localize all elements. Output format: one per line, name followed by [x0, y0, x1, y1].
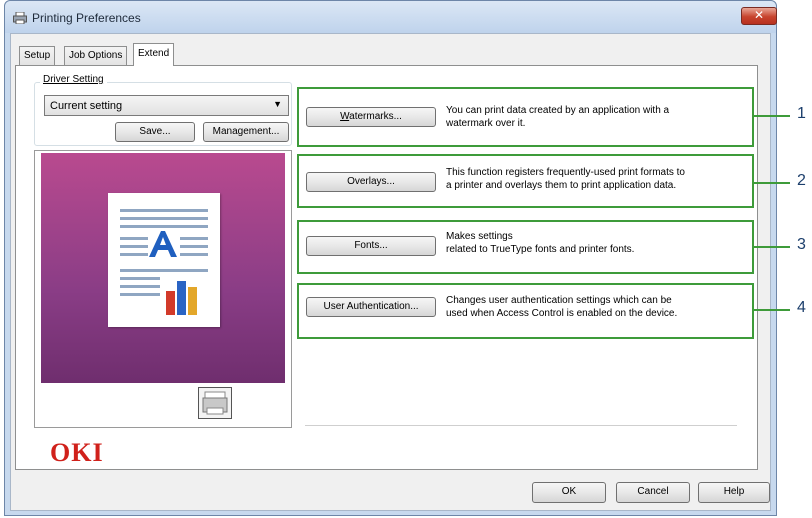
window-title: Printing Preferences: [32, 11, 141, 25]
letter-a-icon: [149, 231, 177, 257]
printer-icon: [13, 12, 27, 24]
fonts-desc-line1: Makes settings: [446, 231, 513, 242]
watermarks-button-label: atermarks...: [349, 111, 402, 122]
divider: [305, 425, 737, 426]
title-bar: Printing Preferences ✕: [5, 1, 777, 33]
driver-setting-selected-value: Current setting: [50, 100, 123, 112]
overlays-button[interactable]: Overlays...: [306, 172, 436, 192]
fonts-button-label: Fonts...: [354, 240, 388, 251]
callout-line-4: [754, 309, 790, 311]
watermarks-mnemonic: W: [340, 111, 350, 122]
callout-number-2: 2: [797, 172, 806, 189]
overlays-desc-line2: a printer and overlays them to print app…: [446, 180, 677, 191]
driver-setting-select[interactable]: Current setting ▼: [44, 95, 289, 116]
tab-job-options[interactable]: Job Options: [64, 46, 128, 65]
watermarks-desc-line2: watermark over it.: [446, 118, 526, 129]
tab-extend[interactable]: Extend: [133, 43, 175, 66]
ok-button[interactable]: OK: [532, 482, 606, 503]
printer-preview-icon[interactable]: [198, 387, 232, 419]
user-authentication-description: Changes user authentication settings whi…: [446, 294, 746, 320]
user-authentication-desc-line1: Changes user authentication settings whi…: [446, 295, 672, 306]
fonts-desc-line2: related to TrueType fonts and printer fo…: [446, 244, 635, 255]
document-preview-icon: [108, 193, 220, 327]
management-button[interactable]: Management...: [203, 122, 289, 142]
callout-number-1: 1: [797, 105, 806, 122]
watermarks-button[interactable]: Watermarks...: [306, 107, 436, 127]
fonts-button[interactable]: Fonts...: [306, 236, 436, 256]
save-button[interactable]: Save...: [115, 122, 195, 142]
callout-line-2: [754, 182, 790, 184]
callout-line-1: [754, 115, 790, 117]
driver-setting-label-text: Driver Setting: [43, 74, 104, 85]
help-button[interactable]: Help: [698, 482, 770, 503]
callout-line-3: [754, 246, 790, 248]
oki-logo: OKI: [50, 438, 104, 467]
driver-setting-label: Driver Setting: [40, 74, 107, 85]
callout-number-4: 4: [797, 299, 806, 316]
overlays-button-label: Overlays...: [347, 176, 395, 187]
fonts-description: Makes settings related to TrueType fonts…: [446, 230, 746, 256]
user-authentication-desc-line2: used when Access Control is enabled on t…: [446, 308, 678, 319]
tab-setup[interactable]: Setup: [19, 46, 56, 65]
bar-chart-icon: [166, 281, 197, 315]
callout-number-3: 3: [797, 236, 806, 253]
chevron-down-icon: ▼: [273, 99, 282, 109]
overlays-description: This function registers frequently-used …: [446, 166, 746, 192]
overlays-desc-line1: This function registers frequently-used …: [446, 167, 685, 178]
watermarks-description: You can print data created by an applica…: [446, 104, 746, 130]
cancel-button[interactable]: Cancel: [616, 482, 690, 503]
watermarks-desc-line1: You can print data created by an applica…: [446, 105, 670, 116]
close-button[interactable]: ✕: [741, 7, 777, 25]
user-authentication-button[interactable]: User Authentication...: [306, 297, 436, 317]
user-authentication-button-label: User Authentication...: [323, 301, 419, 312]
